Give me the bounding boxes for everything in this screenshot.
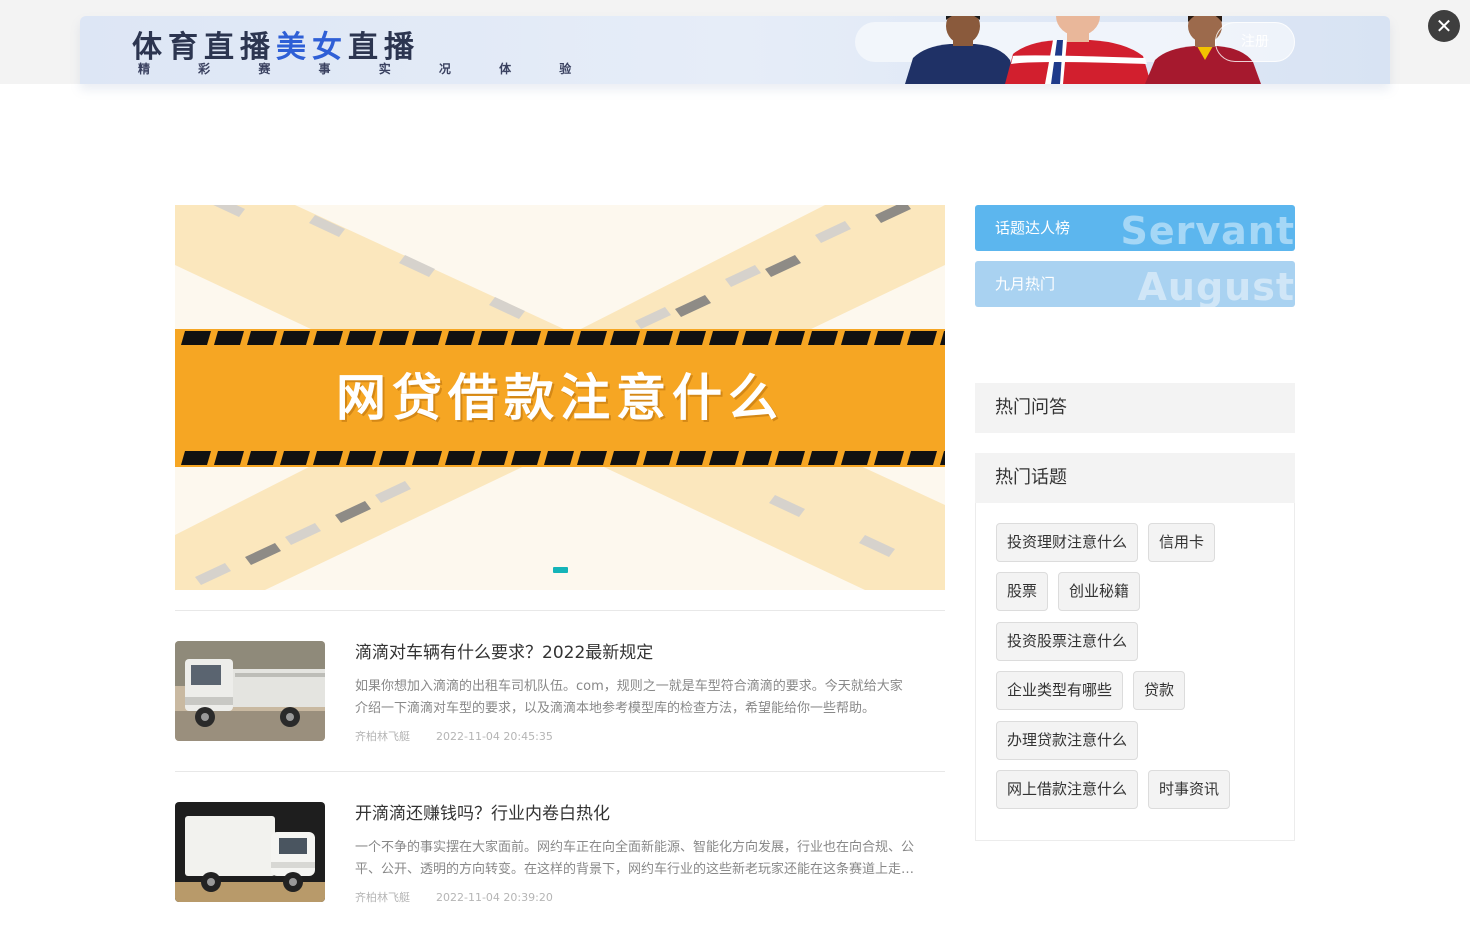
carousel-indicator-dot[interactable] <box>553 567 568 573</box>
carousel-caption: 网贷借款注意什么 <box>336 369 784 427</box>
topic-tag[interactable]: 网上借款注意什么 <box>996 770 1139 809</box>
tab-september-hot[interactable]: 九月热门 August <box>975 261 1295 307</box>
topic-tag[interactable]: 企业类型有哪些 <box>996 671 1124 710</box>
article-item[interactable]: 滴滴对车辆有什么要求？2022最新规定 如果你想加入滴滴的出租车司机队伍。com… <box>175 611 945 772</box>
topic-tag[interactable]: 办理贷款注意什么 <box>996 721 1139 760</box>
tab-label: 话题达人榜 <box>995 219 1071 237</box>
banner-carousel[interactable]: 网贷借款注意什么 <box>175 205 945 590</box>
article-time: 2022-11-04 20:39:20 <box>436 891 553 904</box>
article-time: 2022-11-04 20:45:35 <box>436 730 553 743</box>
tab-label: 九月热门 <box>995 275 1056 293</box>
topic-tag[interactable]: 时事资讯 <box>1148 770 1231 809</box>
article-thumbnail[interactable] <box>175 802 325 902</box>
article-author: 齐柏林飞艇 <box>355 891 410 904</box>
van-image <box>175 802 325 902</box>
article-summary: 一个不争的事实摆在大家面前。网约车正在向全面新能源、智能化方向发展，行业也在向合… <box>355 840 915 877</box>
hot-topics-panel: 投资理财注意什么 信用卡 股票 创业秘籍 投资股票注意什么 企业类型有哪些 贷款… <box>975 503 1295 841</box>
topic-tag[interactable]: 贷款 <box>1133 671 1186 710</box>
sports-live-ad-banner[interactable]: 体育直播美女直播 精 彩 赛 事 实 况 体 验 注册 <box>80 16 1390 84</box>
article-meta: 齐柏林飞艇 2022-11-04 20:45:35 <box>355 728 553 744</box>
article-author: 齐柏林飞艇 <box>355 730 410 743</box>
topic-tag[interactable]: 创业秘籍 <box>1058 572 1141 611</box>
article-meta: 齐柏林飞艇 2022-11-04 20:39:20 <box>355 889 553 905</box>
article-thumbnail[interactable] <box>175 641 325 741</box>
article-title[interactable]: 开滴滴还赚钱吗？行业内卷白热化 <box>355 799 945 824</box>
topic-tag[interactable]: 投资理财注意什么 <box>996 523 1139 562</box>
main-content: 网贷借款注意什么 滴滴对车辆有什么要求？2022最新规定 如果你想加入滴滴的出租… <box>175 205 945 933</box>
article-summary: 如果你想加入滴滴的出租车司机队伍。com，规则之一就是车型符合滴滴的要求。今天就… <box>355 679 903 716</box>
tab-watermark: August <box>1137 265 1295 307</box>
article-title[interactable]: 滴滴对车辆有什么要求？2022最新规定 <box>355 638 945 663</box>
top-ad-bar: 体育直播美女直播 精 彩 赛 事 实 况 体 验 注册 <box>0 0 1470 84</box>
close-ad-icon[interactable]: ✕ <box>1428 10 1460 42</box>
truck-image <box>175 641 325 741</box>
tab-topic-experts[interactable]: 话题达人榜 Servant <box>975 205 1295 251</box>
tab-watermark: Servant <box>1120 209 1295 251</box>
topic-tag[interactable]: 股票 <box>996 572 1049 611</box>
topic-tag[interactable]: 信用卡 <box>1148 523 1216 562</box>
hot-qa-heading: 热门问答 <box>975 383 1295 433</box>
article-item[interactable]: 开滴滴还赚钱吗？行业内卷白热化 一个不争的事实摆在大家面前。网约车正在向全面新能… <box>175 772 945 933</box>
topic-tag[interactable]: 投资股票注意什么 <box>996 622 1139 661</box>
hot-topics-heading: 热门话题 <box>975 453 1295 503</box>
ad-register-button[interactable]: 注册 <box>1215 22 1295 62</box>
ad-subtitle: 精 彩 赛 事 实 况 体 验 <box>138 62 572 76</box>
